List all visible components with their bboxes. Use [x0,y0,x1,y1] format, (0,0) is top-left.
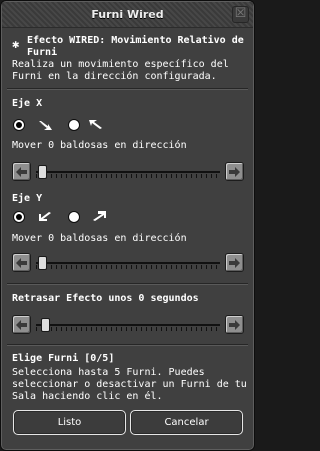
effect-description: Realiza un movimiento específico del Fur… [12,59,229,82]
delay-increase-button[interactable] [225,315,244,334]
ok-button[interactable]: Listo [13,410,126,435]
axis-y-slider[interactable] [12,253,244,273]
axis-y-decrease-button[interactable] [12,253,31,272]
wired-window: Furni Wired ☒ ✱ Efecto WIRED: Movimiento… [0,0,255,451]
furni-select-description: Selecciona hasta 5 Furni. Puedes selecci… [12,367,247,402]
axis-y-slider-handle[interactable] [38,256,47,270]
wired-star-icon: ✱ [12,37,20,51]
cancel-button[interactable]: Cancelar [130,410,243,435]
axis-y-radio-down-left[interactable] [13,211,25,223]
divider [7,344,248,346]
axis-y-move-text: Mover 0 baldosas en dirección [12,233,187,244]
divider [7,88,248,90]
close-icon[interactable]: ☒ [232,6,249,23]
title-bar[interactable]: Furni Wired ☒ [2,2,253,28]
axis-x-slider[interactable] [12,162,244,182]
axis-x-slider-handle[interactable] [38,165,47,179]
axis-x-decrease-button[interactable] [12,162,31,181]
delay-slider-handle[interactable] [41,318,50,332]
axis-x-increase-button[interactable] [225,162,244,181]
axis-x-move-text: Mover 0 baldosas en dirección [12,140,187,151]
axis-y-increase-button[interactable] [225,253,244,272]
effect-title: Efecto WIRED: Movimiento Relativo de Fur… [27,35,244,58]
axis-y-label: Eje Y [12,193,43,204]
axis-x-radio-up-left[interactable] [68,119,80,131]
delay-slider[interactable] [12,315,244,335]
divider [7,283,248,285]
delay-label: Retrasar Efecto unos 0 segundos [12,293,199,304]
arrow-up-left-icon [89,120,102,129]
axis-x-label: Eje X [12,98,43,109]
axis-y-radio-up-right[interactable] [68,211,80,223]
axis-x-radio-down-right[interactable] [13,119,25,131]
arrow-down-left-icon [39,212,51,221]
delay-decrease-button[interactable] [12,315,31,334]
arrow-down-right-icon [39,121,52,130]
window-title: Furni Wired [91,8,164,21]
furni-select-label: Elige Furni [0/5] [12,353,115,364]
arrow-up-right-icon [93,211,106,221]
